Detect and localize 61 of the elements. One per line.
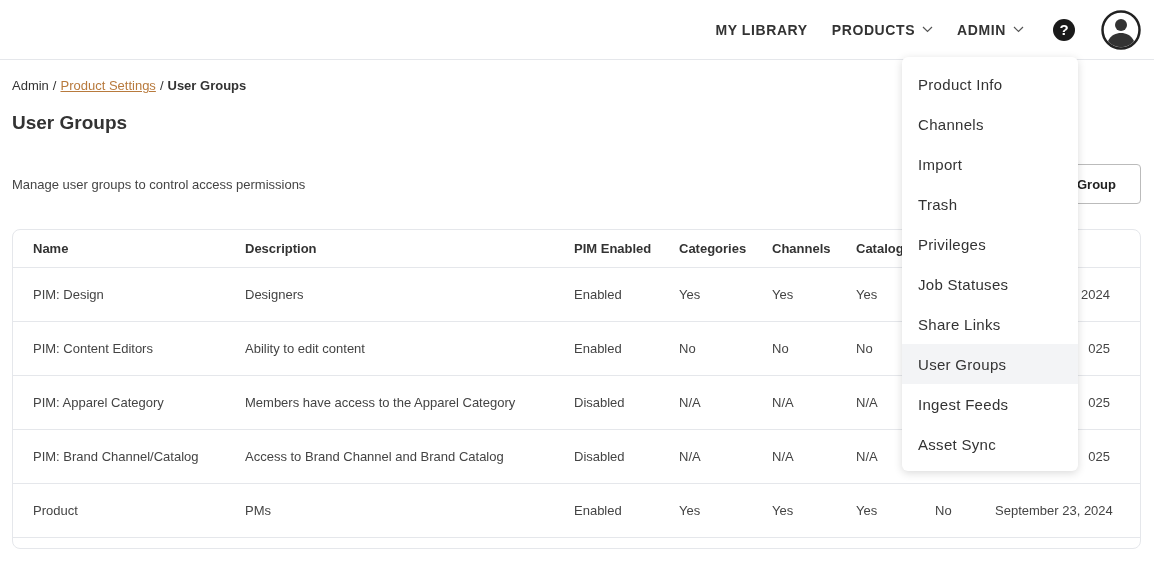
table-cell-text: PIM: Content Editors <box>33 341 154 356</box>
table-cell-text: Disabled <box>574 449 626 464</box>
page-title: User Groups <box>12 112 128 134</box>
table-cell-text: No <box>772 341 790 356</box>
nav-link[interactable]: ADMIN <box>957 21 1024 38</box>
table-cell-text: Yes <box>679 287 702 302</box>
table-cell-text: Yes <box>679 503 702 518</box>
table-cell-text: Access to Brand Channel and Brand Catalog <box>245 449 505 464</box>
menu-item[interactable]: Ingest Feeds <box>902 384 1078 424</box>
table-cell-text: N/A <box>772 449 795 464</box>
table-cell-text: N/A <box>679 395 702 410</box>
menu-item[interactable]: Share Links <box>902 304 1078 344</box>
chevron-down-icon <box>1013 26 1024 33</box>
user-avatar-icon[interactable] <box>1101 9 1141 50</box>
column-header: Channels <box>772 241 832 256</box>
table-cell-text: No <box>679 341 697 356</box>
table-cell-text: Yes <box>772 287 795 302</box>
table-cell-text: No <box>935 503 953 518</box>
menu-item[interactable]: User Groups <box>902 344 1078 384</box>
page-description: Manage user groups to control access permissions <box>12 176 306 192</box>
column-header: Name <box>33 241 70 256</box>
breadcrumb-link[interactable]: Product Settings <box>60 78 156 96</box>
table-cell-text: Enabled <box>574 341 623 356</box>
table-cell-text: Ability to edit content <box>245 341 366 356</box>
table-cell-text: September 23, 2024 <box>995 503 1114 518</box>
breadcrumb-separator: / <box>52 78 57 95</box>
column-header: PIM Enabled <box>574 241 653 256</box>
menu-item[interactable]: Asset Sync <box>902 424 1078 464</box>
table-cell-text: 025 <box>1087 341 1111 356</box>
table-cell-text: Disabled <box>574 395 626 410</box>
menu-item[interactable]: Channels <box>902 104 1078 144</box>
table-cell-text: 025 <box>1087 449 1111 464</box>
table-cell-text: Enabled <box>574 503 623 518</box>
table-cell-text: PIM: Apparel Category <box>33 395 165 410</box>
table-cell-text: PIM: Brand Channel/Catalog <box>33 449 200 464</box>
table-cell-text: Product <box>33 503 79 518</box>
table-cell-text: N/A <box>679 449 702 464</box>
table-cell-text: Designers <box>245 287 305 302</box>
menu-item[interactable]: Privileges <box>902 224 1078 264</box>
nav-link[interactable]: MY LIBRARY <box>715 21 808 38</box>
table-cell-text: N/A <box>856 449 879 464</box>
table-cell-text: Yes <box>856 503 879 518</box>
table-cell-text: No <box>856 341 874 356</box>
table-cell-text: 2024 <box>1080 287 1111 302</box>
help-icon[interactable]: ? <box>1053 18 1075 41</box>
table-cell-text: PMs <box>245 503 272 518</box>
table-cell-text: N/A <box>772 395 795 410</box>
breadcrumb-separator: / <box>159 78 164 95</box>
nav-link[interactable]: PRODUCTS <box>831 21 934 38</box>
table-cell-text: PIM: Design <box>33 287 105 302</box>
column-header: Description <box>245 241 318 256</box>
breadcrumb-item: Admin <box>12 78 49 95</box>
table-cell-text: Yes <box>856 287 879 302</box>
breadcrumb-current: User Groups <box>167 78 247 95</box>
chevron-down-icon <box>922 26 934 33</box>
table-cell-text: Yes <box>772 503 795 518</box>
menu-item[interactable]: Product Info <box>902 64 1078 104</box>
column-header: Categories <box>679 241 748 256</box>
table-cell-text: Members have access to the Apparel Category <box>245 395 517 410</box>
table-cell-text: Enabled <box>574 287 623 302</box>
menu-item[interactable]: Job Statuses <box>902 264 1078 304</box>
